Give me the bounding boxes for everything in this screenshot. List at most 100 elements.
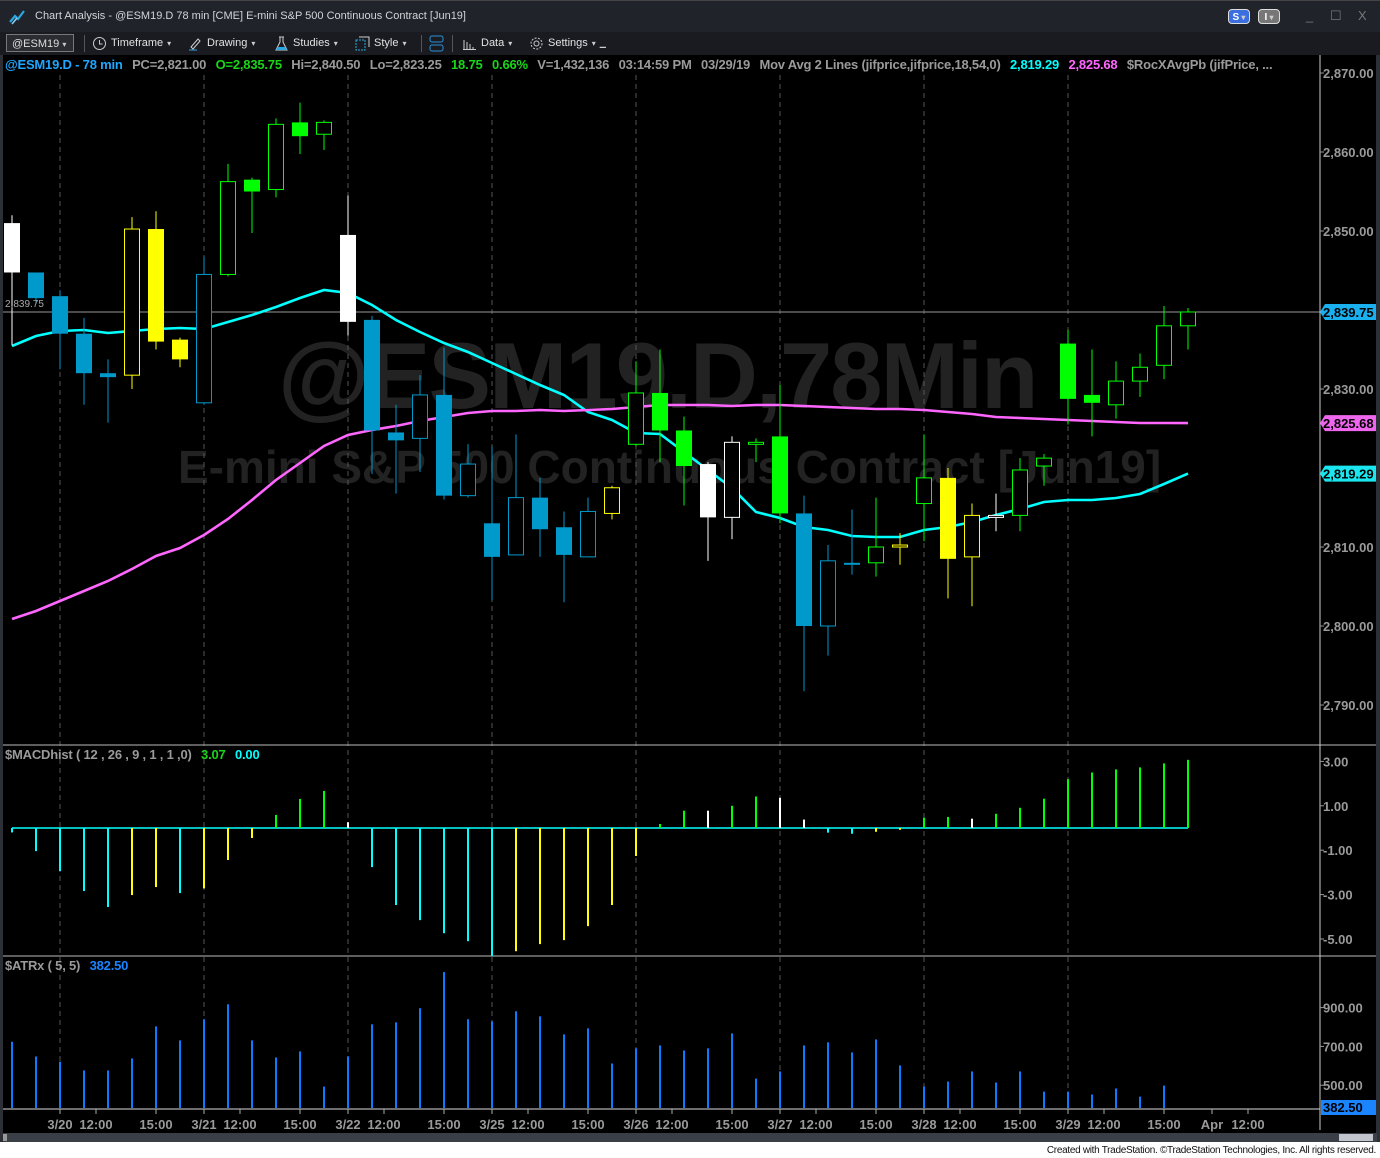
header-ma-fast: 2,819.29 xyxy=(1010,57,1060,72)
candle-body xyxy=(340,234,356,322)
time-axis-label: 3/28 xyxy=(911,1117,936,1132)
time-axis-label: 15:00 xyxy=(1003,1117,1036,1132)
candle-body xyxy=(676,430,692,467)
header-open: O=2,835.75 xyxy=(215,57,283,72)
time-axis-label: 12:00 xyxy=(223,1117,256,1132)
candle-body xyxy=(844,562,860,565)
macd-zero-value: 0.00 xyxy=(234,747,260,762)
candle-body xyxy=(460,463,476,497)
candle-body xyxy=(292,122,308,137)
candle-body xyxy=(532,497,548,530)
time-axis-label: 3/21 xyxy=(191,1117,216,1132)
candle-body xyxy=(820,560,836,627)
price-tick-label: 2,800.00 xyxy=(1323,619,1374,634)
candle-body xyxy=(100,373,116,378)
candle-body xyxy=(1180,311,1196,327)
time-axis-label: 15:00 xyxy=(1147,1117,1180,1132)
macd-tick-label: 1.00 xyxy=(1323,799,1348,814)
candle-body xyxy=(1060,343,1076,399)
last-price-line-label: 2,839.75 xyxy=(5,299,44,310)
candle-body xyxy=(364,319,380,431)
candle-body xyxy=(220,181,236,275)
header-study[interactable]: Mov Avg 2 Lines (jifprice,jifprice,18,54… xyxy=(759,57,1000,72)
price-tick-label: 2,860.00 xyxy=(1323,145,1374,160)
candle-body xyxy=(124,228,140,376)
candle-body xyxy=(580,510,596,558)
time-axis-label: 3/29 xyxy=(1055,1117,1080,1132)
macd-study-name[interactable]: $MACDhist ( 12 , 26 , 9 , 1 , 1 ,0) xyxy=(5,747,192,762)
header-prev-close: PC=2,821.00 xyxy=(132,57,207,72)
candle-body xyxy=(268,123,284,191)
atr-tick-label: 500.00 xyxy=(1323,1078,1363,1093)
moving-average-fast-line xyxy=(11,288,1189,539)
time-axis-label: 12:00 xyxy=(367,1117,400,1132)
time-axis-label: 15:00 xyxy=(571,1117,604,1132)
candle-body xyxy=(52,296,68,334)
candle-body xyxy=(916,477,932,505)
horizontal-scrollbar[interactable] xyxy=(3,1133,1377,1142)
candle-body xyxy=(196,273,212,404)
atr-tick-label: 900.00 xyxy=(1323,1001,1363,1016)
price-marker-label: 2,819.29 xyxy=(1323,467,1374,482)
candle-body xyxy=(1036,457,1052,467)
time-axis-label: 12:00 xyxy=(1231,1117,1264,1132)
macd-tick-label: 3.00 xyxy=(1323,754,1348,769)
atr-last-label: 382.50 xyxy=(1323,1100,1363,1115)
header-change: 18.75 xyxy=(451,57,483,72)
macd-tick-label: -5.00 xyxy=(1323,932,1353,947)
candle-body xyxy=(796,513,812,626)
time-axis-label: 3/20 xyxy=(47,1117,72,1132)
candle-body xyxy=(772,436,788,514)
time-axis-label: 3/25 xyxy=(479,1117,504,1132)
time-axis-label: 12:00 xyxy=(1087,1117,1120,1132)
candle-body xyxy=(4,223,20,273)
scroll-left-handle[interactable] xyxy=(3,1134,7,1141)
price-marker-label: 2,825.68 xyxy=(1323,416,1374,431)
time-axis-label: 12:00 xyxy=(943,1117,976,1132)
candle-body xyxy=(508,497,524,556)
time-axis-label: 12:00 xyxy=(511,1117,544,1132)
candle-body xyxy=(316,121,332,135)
candle-body xyxy=(484,523,500,557)
time-axis-label: 15:00 xyxy=(859,1117,892,1132)
header-date: 03/29/19 xyxy=(701,57,751,72)
candle-body xyxy=(1084,394,1100,403)
header-change-pct: 0.66% xyxy=(492,57,528,72)
candle-body xyxy=(628,392,644,445)
atr-study-name[interactable]: $ATRx ( 5, 5) xyxy=(5,958,80,973)
price-tick-label: 2,830.00 xyxy=(1323,382,1374,397)
candle-body xyxy=(700,464,716,518)
macd-tick-label: -3.00 xyxy=(1323,888,1353,903)
candle-body xyxy=(172,339,188,360)
header-high: Hi=2,840.50 xyxy=(291,57,361,72)
time-axis-label: 12:00 xyxy=(799,1117,832,1132)
candle-body xyxy=(892,544,908,548)
price-tick-label: 2,790.00 xyxy=(1323,698,1374,713)
time-axis-label: 3/27 xyxy=(767,1117,792,1132)
atr-tick-label: 700.00 xyxy=(1323,1039,1363,1054)
time-axis-label: 15:00 xyxy=(715,1117,748,1132)
price-marker-label: 2,839.75 xyxy=(1323,305,1374,320)
price-tick-label: 2,850.00 xyxy=(1323,224,1374,239)
price-header: @ESM19.D - 78 min PC=2,821.00 O=2,835.75… xyxy=(5,57,1278,72)
candle-body xyxy=(1012,469,1028,516)
candle-body xyxy=(868,546,884,564)
header-low: Lo=2,823.25 xyxy=(369,57,442,72)
scroll-thumb[interactable] xyxy=(1339,1134,1373,1141)
candle-body xyxy=(1108,380,1124,406)
macd-header: $MACDhist ( 12 , 26 , 9 , 1 , 1 ,0) 3.07… xyxy=(5,747,266,762)
price-tick-label: 2,810.00 xyxy=(1323,540,1374,555)
candle-body xyxy=(940,477,956,559)
candle-body xyxy=(244,179,260,192)
header-ma-slow: 2,825.68 xyxy=(1068,57,1118,72)
price-tick-label: 2,870.00 xyxy=(1323,66,1374,81)
header-study2[interactable]: $RocXAvgPb (jifPrice, ... xyxy=(1127,57,1273,72)
chart-canvas[interactable]: 2,870.00 2,860.00 2,850.00 2,830.00 2,810.00… xyxy=(0,0,1380,1158)
candle-body xyxy=(604,487,620,514)
candle-body xyxy=(964,514,980,558)
candle-body xyxy=(76,333,92,374)
candle-body xyxy=(388,432,404,441)
time-axis-label: 3/22 xyxy=(335,1117,360,1132)
header-time: 03:14:59 PM xyxy=(618,57,692,72)
candle-body xyxy=(724,441,740,518)
